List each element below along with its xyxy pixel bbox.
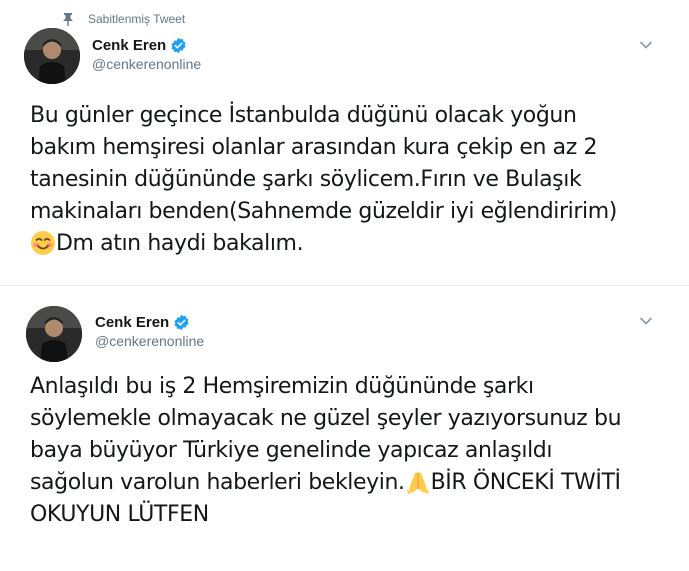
chevron-down-icon[interactable] (639, 40, 653, 50)
pinned-indicator: Sabitlenmiş Tweet (62, 11, 185, 27)
tweet-line: Anlaşıldı bu iş 2 Hemşiremizin düğününde… (30, 374, 534, 399)
display-name[interactable]: Cenk Eren (95, 314, 169, 331)
avatar-image (24, 28, 80, 84)
chevron-down-icon[interactable] (639, 316, 653, 326)
tweet-text: Bu günler geçince İstanbulda düğünü olac… (30, 100, 670, 260)
tweet-line: Bu günler geçince İstanbulda düğünü olac… (30, 103, 577, 128)
tweet-line: tanesinin düğününde şarkı söylicem.Fırın… (30, 167, 582, 192)
smiling-face-emoji-icon (31, 231, 55, 255)
tweet-line: bakım hemşiresi olanlar arasından kura ç… (30, 135, 598, 160)
tweet-line: baya büyüyor Türkiye genelinde yapıcaz a… (30, 438, 553, 463)
tweet-line-last: Dm atın haydi bakalım. (30, 228, 670, 260)
tweet-line-text: BİR ÖNCEKİ TWİTİ (430, 470, 621, 495)
handle[interactable]: @cenkerenonline (95, 333, 204, 349)
display-name[interactable]: Cenk Eren (92, 37, 166, 54)
tweet[interactable]: Cenk Eren @cenkerenonline Anlaşıldı bu i… (0, 285, 689, 571)
avatar[interactable] (24, 28, 80, 84)
avatar[interactable] (26, 306, 82, 362)
author-info[interactable]: Cenk Eren @cenkerenonline (92, 37, 201, 72)
pinned-label: Sabitlenmiş Tweet (88, 12, 186, 26)
folded-hands-emoji-icon (406, 472, 429, 494)
pinned-tweet[interactable]: Sabitlenmiş Tweet Cenk Eren @cenkerenonl… (0, 0, 689, 285)
avatar-image (26, 306, 82, 362)
tweet-text: Anlaşıldı bu iş 2 Hemşiremizin düğününde… (30, 371, 670, 531)
tweet-line-with-emoji: sağolun varolun haberleri bekleyin. BİR … (30, 467, 670, 499)
verified-badge-icon (174, 314, 189, 331)
tweet-line-text: sağolun varolun haberleri bekleyin. (30, 470, 405, 495)
tweet-line-text: Dm atın haydi bakalım. (56, 231, 304, 256)
tweet-line: söylemekle olmayacak ne güzel şeyler yaz… (30, 406, 622, 431)
author-info[interactable]: Cenk Eren @cenkerenonline (95, 314, 204, 349)
tweet-line: OKUYUN LÜTFEN (30, 502, 209, 527)
pin-icon (63, 13, 73, 26)
tweet-line: makinaları benden(Sahnemde güzeldir iyi … (30, 199, 617, 224)
handle[interactable]: @cenkerenonline (92, 56, 201, 72)
verified-badge-icon (171, 37, 186, 54)
